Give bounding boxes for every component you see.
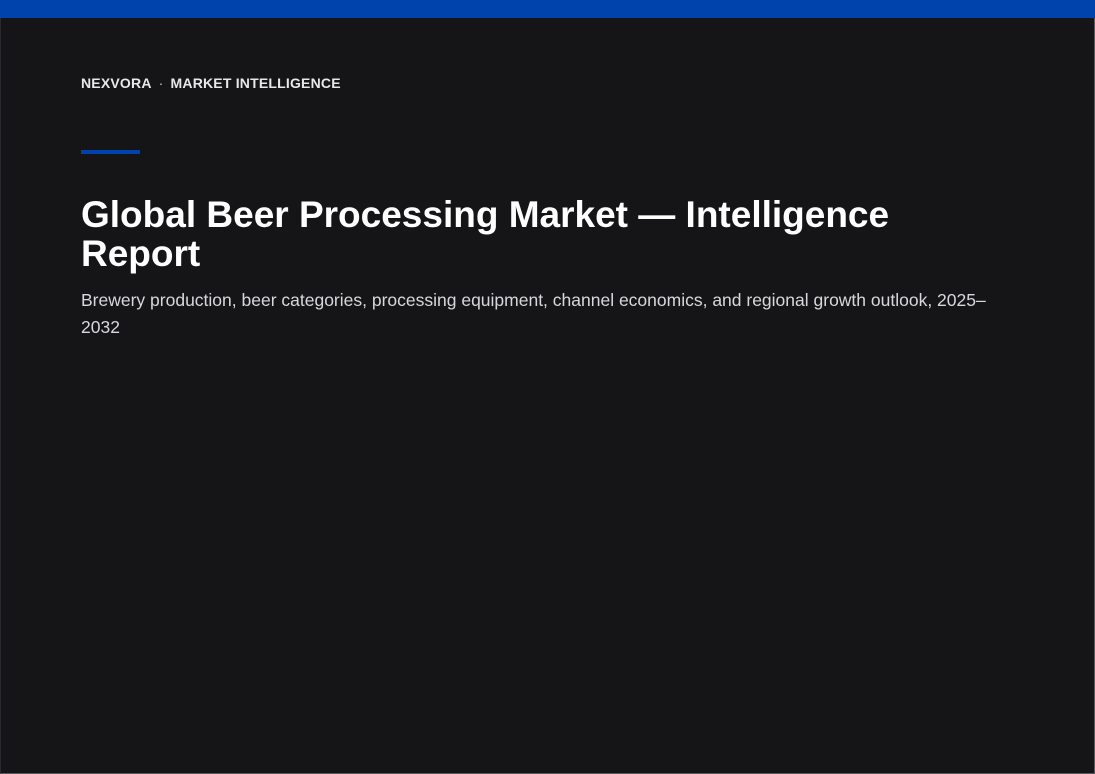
accent-rule — [81, 150, 140, 154]
eyebrow-label: NEXVORA · MARKET INTELLIGENCE — [81, 75, 341, 91]
brand-name: NEXVORA — [81, 75, 152, 91]
section-name: MARKET INTELLIGENCE — [170, 75, 341, 91]
page-frame — [0, 18, 1095, 774]
report-title: Global Beer Processing Market — Intellig… — [81, 194, 890, 274]
eyebrow-separator: · — [158, 75, 164, 91]
top-accent-bar — [0, 0, 1095, 18]
report-subtitle: Brewery production, beer categories, pro… — [81, 290, 986, 337]
